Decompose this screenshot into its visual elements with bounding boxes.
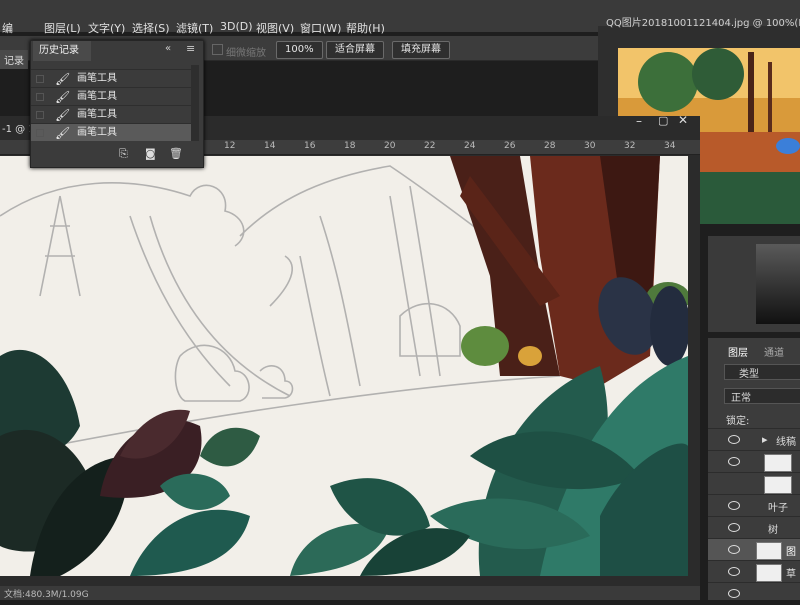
blend-mode-select[interactable]: 正常 [724,388,800,404]
menu-window[interactable]: 窗口(W) [300,20,341,36]
fit-screen-button[interactable]: 适合屏幕 [326,41,384,59]
layers-panel: 图层 通道 类型 正常 锁定: ▸ 线稿 叶子 树 图 草 [708,338,800,600]
brush-icon: 🖌 [55,126,71,140]
maximize-icon[interactable]: ▢ [658,114,668,127]
lock-label: 锁定: [726,416,750,427]
layer-thumbnail [756,564,782,582]
history-item[interactable]: 🖌 画笔工具 [31,105,191,123]
layer-row[interactable]: 叶子 [708,494,800,517]
snapshot-checkbox[interactable] [36,111,44,119]
layer-filter-select[interactable]: 类型 [724,364,800,380]
layer-thumbnail [764,454,792,472]
history-item-label: 画笔工具 [77,73,117,84]
dark-leaves-left [0,349,130,576]
ruler-tick-label: 22 [424,141,436,151]
history-panel: 历史记录 « ≡ 🖌 画笔工具 🖌 画笔工具 🖌 画笔工具 🖌 画笔工具 ⎘ ◙… [30,40,204,168]
ruler-tick-label: 20 [384,141,396,151]
menu-3d[interactable]: 3D(D) [220,20,253,33]
layer-row[interactable]: ▸ 线稿 [708,428,800,451]
snapshot-checkbox[interactable] [36,129,44,137]
eye-icon[interactable] [728,589,740,598]
layer-row[interactable]: 树 [708,516,800,539]
yellow-bush [518,346,542,366]
layer-row[interactable]: 草 [708,560,800,583]
history-item-label: 画笔工具 [77,91,117,102]
layer-name: 图 [786,547,796,558]
snapshot-checkbox[interactable] [36,93,44,101]
close-icon[interactable]: ✕ [678,113,688,127]
collapse-icon[interactable]: « [165,43,171,54]
layer-row-selected[interactable]: 图 [708,538,800,561]
small-bush [461,326,509,366]
ruler-tick-label: 14 [264,141,276,151]
menu-layer[interactable]: 图层(L) [44,20,81,36]
snapshot-checkbox[interactable] [36,75,44,83]
menu-filter[interactable]: 滤镜(T) [176,20,213,36]
ruler-tick-label: 32 [624,141,636,151]
eye-icon[interactable] [728,435,740,444]
color-panel [708,236,800,332]
layers-tab[interactable]: 图层 [728,344,748,359]
blend-mode-label: 正常 [731,393,751,404]
camera-icon[interactable]: ◙ [145,147,156,160]
trash-icon[interactable]: 🗑 [169,147,183,160]
eye-icon[interactable] [728,457,740,466]
brush-icon: 🖌 [55,90,71,104]
history-item-label: 画笔工具 [77,109,117,120]
canvas-artwork [0,156,688,576]
ruler-tick-label: 16 [304,141,316,151]
zoom-100-button[interactable]: 100% [276,41,323,59]
reference-window-title[interactable]: QQ图片20181001121404.jpg @ 100%(RGB/8... [606,14,800,29]
channels-tab[interactable]: 通道 [764,344,784,359]
eye-icon[interactable] [728,545,740,554]
layer-row[interactable] [708,450,800,473]
layer-name: 线稿 [776,437,796,448]
ruler-tick-label: 28 [544,141,556,151]
brush-icon: 🖌 [55,72,71,86]
ruler-tick-label: 24 [464,141,476,151]
ruler-tick-label: 18 [344,141,356,151]
eye-icon[interactable] [728,567,740,576]
menu-edit-partial[interactable]: 编 [2,20,13,36]
layer-filter-label: 类型 [739,369,759,380]
history-scrollbar[interactable] [191,65,199,141]
eye-icon[interactable] [728,523,740,532]
new-document-from-state-icon[interactable]: ⎘ [119,147,128,161]
layer-name: 叶子 [768,503,788,514]
layer-row[interactable] [708,472,800,495]
status-bar: 文档:480.3M/1.09G [0,586,700,600]
panel-menu-icon[interactable]: ≡ [186,42,195,55]
ruler-tick-label: 34 [664,141,676,151]
menu-help[interactable]: 帮助(H) [346,20,385,36]
history-item[interactable]: 🖌 画笔工具 [31,69,191,87]
layer-thumbnail [756,542,782,560]
history-item-label: 画笔工具 [77,127,117,138]
layer-name: 树 [768,525,778,536]
history-panel-tab[interactable]: 历史记录 [33,41,91,61]
layer-row[interactable] [708,582,800,605]
teal-leaves-right [430,356,688,576]
scrubby-zoom-label: 细微缩放 [226,48,266,59]
ruler-tick-label: 12 [224,141,236,151]
menu-view[interactable]: 视图(V) [256,20,294,36]
folder-icon: ▸ [762,433,768,446]
menu-select[interactable]: 选择(S) [132,20,170,36]
brush-icon: 🖌 [55,108,71,122]
history-tab-partial[interactable]: 记录 [0,50,28,69]
ruler-tick-label: 26 [504,141,516,151]
menu-type[interactable]: 文字(Y) [88,20,125,36]
teal-leaves-bottom [290,478,470,576]
artwork-canvas[interactable] [0,156,688,576]
layer-thumbnail [764,476,792,494]
document-size-status: 文档:480.3M/1.09G [4,590,89,600]
layer-name: 草 [786,569,796,580]
color-gradient[interactable] [756,244,800,324]
ruler-tick-label: 30 [584,141,596,151]
history-item-selected[interactable]: 🖌 画笔工具 [31,123,191,141]
scrubby-zoom-checkbox[interactable] [212,44,223,55]
history-item[interactable]: 🖌 画笔工具 [31,87,191,105]
fill-screen-button[interactable]: 填充屏幕 [392,41,450,59]
eye-icon[interactable] [728,501,740,510]
minimize-icon[interactable]: – [636,114,642,128]
